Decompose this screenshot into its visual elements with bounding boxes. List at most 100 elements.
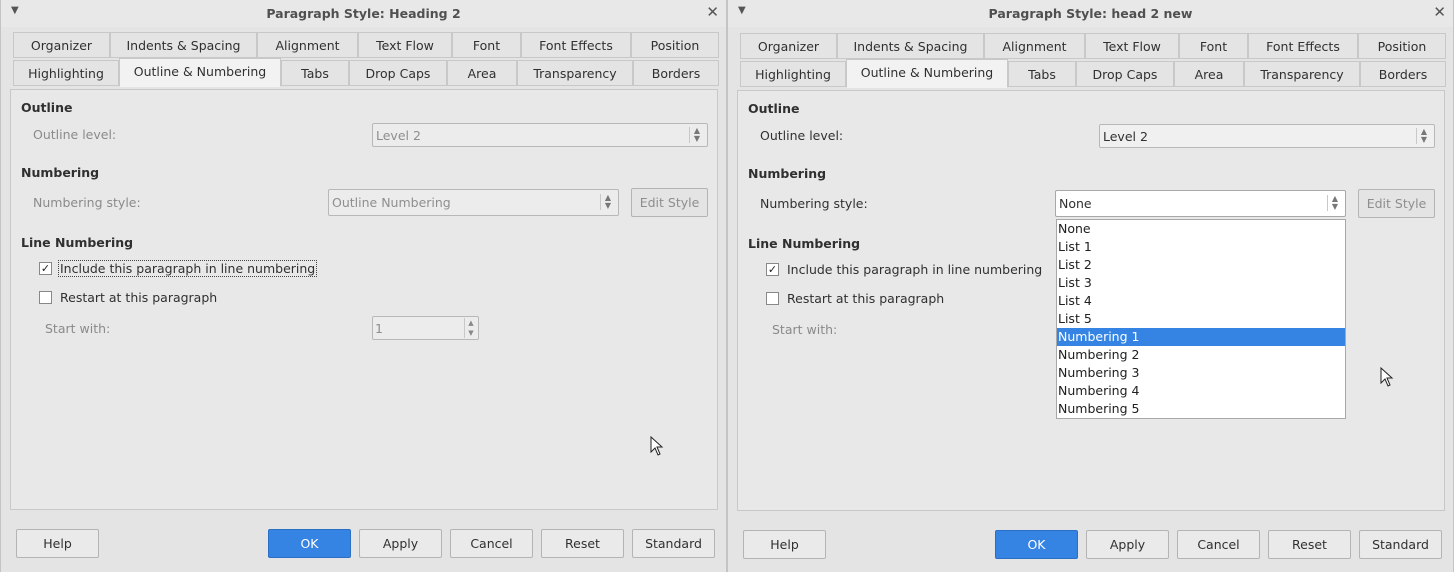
dialog-head-2-new: ▼ Paragraph Style: head 2 new ✕ Organize… <box>727 0 1454 572</box>
tab-text-flow[interactable]: Text Flow <box>1085 33 1179 59</box>
numbering-heading: Numbering <box>21 165 100 180</box>
help-button[interactable]: Help <box>16 529 99 558</box>
numbering-style-select[interactable]: None ▲ ▼ <box>1055 190 1346 217</box>
tab-borders[interactable]: Borders <box>1360 61 1446 87</box>
tab-position[interactable]: Position <box>631 32 719 58</box>
tab-outline-numbering[interactable]: Outline & Numbering <box>846 59 1008 88</box>
outline-level-select[interactable]: Level 2 ▲ ▼ <box>372 123 708 147</box>
outline-heading: Outline <box>748 101 800 116</box>
window-title: Paragraph Style: head 2 new <box>988 6 1193 21</box>
restart-paragraph-label[interactable]: Restart at this paragraph <box>60 290 217 305</box>
line-numbering-heading: Line Numbering <box>21 235 134 250</box>
tab-organizer[interactable]: Organizer <box>740 33 837 59</box>
close-icon[interactable]: ✕ <box>1433 3 1446 21</box>
numbering-style-value: None <box>1059 196 1092 211</box>
numbering-style-label: Numbering style: <box>760 196 868 211</box>
cancel-button[interactable]: Cancel <box>450 529 533 558</box>
spin-arrows-icon: ▲ ▼ <box>600 194 615 210</box>
dropdown-option[interactable]: Numbering 2 <box>1057 346 1345 364</box>
include-line-numbering-checkbox[interactable]: ✓ <box>39 262 52 275</box>
numbering-style-value: Outline Numbering <box>332 195 451 210</box>
dropdown-option[interactable]: List 1 <box>1057 238 1345 256</box>
edit-style-button[interactable]: Edit Style <box>1358 189 1435 218</box>
tab-indents-spacing[interactable]: Indents & Spacing <box>110 32 257 58</box>
line-numbering-heading: Line Numbering <box>748 236 861 251</box>
tab-tabs[interactable]: Tabs <box>281 60 349 86</box>
tab-text-flow[interactable]: Text Flow <box>358 32 452 58</box>
tab-indents-spacing[interactable]: Indents & Spacing <box>837 33 984 59</box>
tab-tabs[interactable]: Tabs <box>1008 61 1076 87</box>
checkmark-icon: ✓ <box>767 263 778 276</box>
title-bar: ▼ Paragraph Style: Heading 2 ✕ <box>1 0 726 27</box>
tab-drop-caps[interactable]: Drop Caps <box>1076 61 1174 87</box>
tab-area[interactable]: Area <box>1174 61 1244 87</box>
spin-arrows-icon[interactable]: ▲ ▼ <box>464 318 477 338</box>
numbering-heading: Numbering <box>748 166 827 181</box>
reset-button[interactable]: Reset <box>1268 530 1351 559</box>
dialog-heading-2: ▼ Paragraph Style: Heading 2 ✕ Organizer… <box>0 0 727 572</box>
start-with-spinbox[interactable]: 1 ▲ ▼ <box>372 316 479 340</box>
checkmark-icon: ✓ <box>40 262 51 275</box>
spin-arrows-icon: ▲ ▼ <box>689 127 704 143</box>
outline-heading: Outline <box>21 100 73 115</box>
outline-level-select[interactable]: Level 2 ▲ ▼ <box>1099 124 1435 148</box>
tab-transparency[interactable]: Transparency <box>1244 61 1360 87</box>
ok-button[interactable]: OK <box>995 530 1078 559</box>
restart-paragraph-checkbox[interactable] <box>766 292 779 305</box>
standard-button[interactable]: Standard <box>1359 530 1442 559</box>
dropdown-option[interactable]: Numbering 4 <box>1057 382 1345 400</box>
dropdown-option[interactable]: List 2 <box>1057 256 1345 274</box>
include-line-numbering-label[interactable]: Include this paragraph in line numbering <box>58 260 318 277</box>
reset-button[interactable]: Reset <box>541 529 624 558</box>
include-line-numbering-checkbox[interactable]: ✓ <box>766 263 779 276</box>
dropdown-option[interactable]: List 3 <box>1057 274 1345 292</box>
tab-transparency[interactable]: Transparency <box>517 60 633 86</box>
numbering-style-dropdown-list: None List 1 List 2 List 3 List 4 List 5 … <box>1056 219 1346 419</box>
tab-font[interactable]: Font <box>1179 33 1248 59</box>
tab-font-effects[interactable]: Font Effects <box>1248 33 1358 59</box>
outline-level-value: Level 2 <box>1103 129 1148 144</box>
cancel-button[interactable]: Cancel <box>1177 530 1260 559</box>
spin-arrows-icon: ▲ ▼ <box>1416 128 1431 144</box>
outline-level-label: Outline level: <box>760 128 844 143</box>
tab-alignment[interactable]: Alignment <box>984 33 1085 59</box>
numbering-style-select[interactable]: Outline Numbering ▲ ▼ <box>328 189 619 216</box>
start-with-label: Start with: <box>772 322 838 337</box>
tab-highlighting[interactable]: Highlighting <box>13 60 119 86</box>
standard-button[interactable]: Standard <box>632 529 715 558</box>
dropdown-option[interactable]: None <box>1057 220 1345 238</box>
outline-level-value: Level 2 <box>376 128 421 143</box>
include-line-numbering-label[interactable]: Include this paragraph in line numbering <box>787 262 1042 277</box>
dropdown-option[interactable]: Numbering 5 <box>1057 400 1345 418</box>
dropdown-option[interactable]: List 4 <box>1057 292 1345 310</box>
title-bar: ▼ Paragraph Style: head 2 new ✕ <box>728 0 1453 27</box>
tab-position[interactable]: Position <box>1358 33 1446 59</box>
tab-drop-caps[interactable]: Drop Caps <box>349 60 447 86</box>
dropdown-option-highlighted[interactable]: Numbering 1 <box>1057 328 1345 346</box>
dropdown-option[interactable]: List 5 <box>1057 310 1345 328</box>
edit-style-button[interactable]: Edit Style <box>631 188 708 217</box>
restart-paragraph-label[interactable]: Restart at this paragraph <box>787 291 944 306</box>
spin-arrows-icon: ▲ ▼ <box>1327 195 1342 211</box>
apply-button[interactable]: Apply <box>1086 530 1169 559</box>
ok-button[interactable]: OK <box>268 529 351 558</box>
dropdown-option[interactable]: Numbering 3 <box>1057 364 1345 382</box>
window-title: Paragraph Style: Heading 2 <box>266 6 461 21</box>
tab-organizer[interactable]: Organizer <box>13 32 110 58</box>
apply-button[interactable]: Apply <box>359 529 442 558</box>
start-with-value: 1 <box>375 321 383 336</box>
help-button[interactable]: Help <box>743 530 826 559</box>
close-icon[interactable]: ✕ <box>706 3 719 21</box>
tab-outline-numbering[interactable]: Outline & Numbering <box>119 58 281 87</box>
tab-area[interactable]: Area <box>447 60 517 86</box>
tab-font[interactable]: Font <box>452 32 521 58</box>
restart-paragraph-checkbox[interactable] <box>39 291 52 304</box>
mouse-pointer-icon <box>650 436 664 456</box>
tab-borders[interactable]: Borders <box>633 60 719 86</box>
outline-level-label: Outline level: <box>33 127 117 142</box>
mouse-pointer-icon <box>1380 367 1394 387</box>
start-with-label: Start with: <box>45 321 111 336</box>
tab-alignment[interactable]: Alignment <box>257 32 358 58</box>
tab-font-effects[interactable]: Font Effects <box>521 32 631 58</box>
tab-highlighting[interactable]: Highlighting <box>740 61 846 87</box>
